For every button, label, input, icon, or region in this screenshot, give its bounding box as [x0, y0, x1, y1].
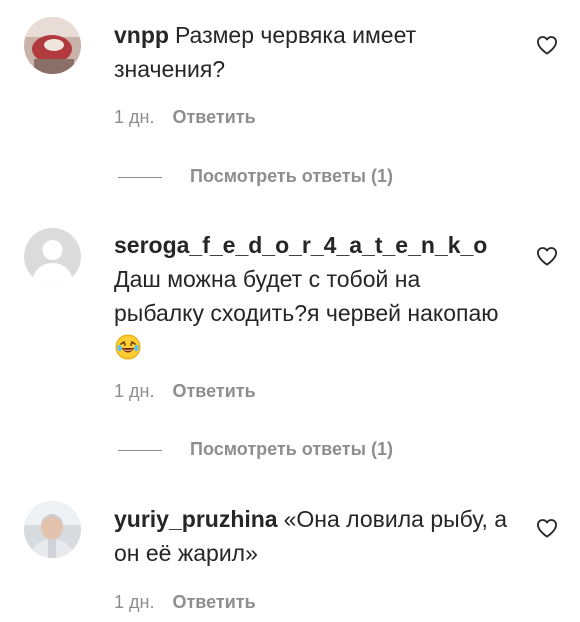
heart-icon[interactable] — [536, 246, 558, 266]
comment-meta: 1 дн. Ответить — [114, 592, 256, 613]
view-replies-button[interactable]: Посмотреть ответы (1) — [118, 439, 393, 460]
comment-username[interactable]: vnpp — [114, 22, 169, 48]
laughing-tears-emoji — [115, 334, 141, 369]
view-replies-button[interactable]: Посмотреть ответы (1) — [118, 166, 393, 187]
heart-icon[interactable] — [536, 35, 558, 55]
view-replies-label[interactable]: Посмотреть ответы (1) — [190, 166, 393, 186]
comment-time: 1 дн. — [114, 107, 155, 127]
comment-username[interactable]: seroga_f_e_d_o_r_4_a_t_e_n_k_o — [114, 232, 487, 258]
comment-meta: 1 дн. Ответить — [114, 107, 256, 128]
heart-icon[interactable] — [536, 518, 558, 538]
avatar[interactable] — [24, 17, 81, 74]
comment-time: 1 дн. — [114, 381, 155, 401]
view-replies-label[interactable]: Посмотреть ответы (1) — [190, 439, 393, 459]
avatar[interactable] — [24, 501, 81, 558]
comment-time: 1 дн. — [114, 592, 155, 612]
replies-divider — [118, 176, 162, 178]
comment-body: Даш можна будет с тобой на рыбалку сходи… — [114, 266, 499, 326]
comment-meta: 1 дн. Ответить — [114, 381, 256, 402]
comment-text-block: vnpp Размер червяка имеет значения? — [114, 18, 514, 86]
reply-button[interactable]: Ответить — [172, 592, 255, 612]
reply-button[interactable]: Ответить — [172, 107, 255, 127]
comment-text-block: seroga_f_e_d_o_r_4_a_t_e_n_k_o Даш можна … — [114, 228, 514, 369]
reply-button[interactable]: Ответить — [172, 381, 255, 401]
replies-divider — [118, 449, 162, 451]
comment-username[interactable]: yuriy_pruzhina — [114, 506, 278, 532]
comment-text-block: yuriy_pruzhina «Она ловила рыбу, а он её … — [114, 502, 514, 570]
avatar[interactable] — [24, 228, 81, 285]
